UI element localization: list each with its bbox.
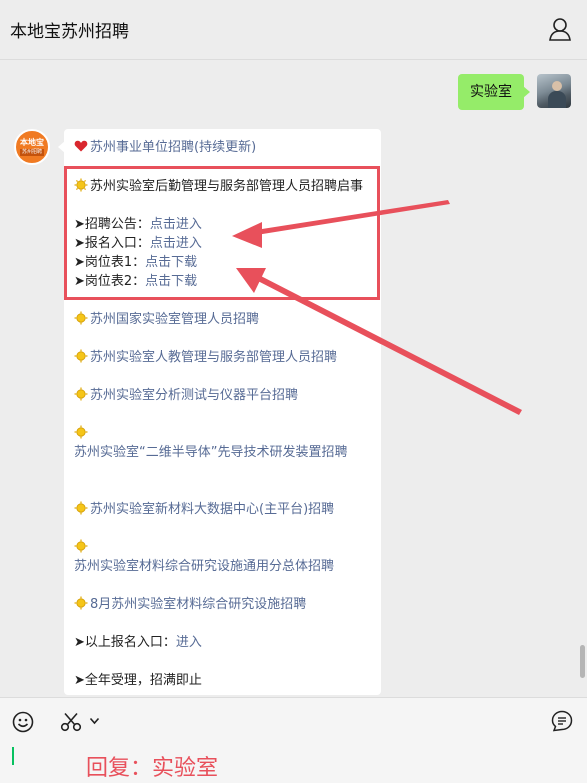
- item-link[interactable]: 点击进入: [150, 217, 202, 232]
- message-heading-link[interactable]: 苏州事业单位招聘(持续更新): [90, 140, 256, 155]
- item-row: ➤报名入口：点击进入: [74, 234, 202, 253]
- user-avatar[interactable]: [537, 74, 571, 108]
- scissors-icon[interactable]: [60, 712, 82, 732]
- recruit-link[interactable]: 苏州实验室分析测试与仪器平台招聘: [90, 388, 298, 403]
- recruit-link[interactable]: 苏州实验室人教管理与服务部管理人员招聘: [90, 350, 337, 365]
- item-row: ➤岗位表2：点击下载: [74, 272, 197, 291]
- message-heading-row[interactable]: 苏州事业单位招聘(持续更新): [74, 138, 256, 157]
- sun-emoji-icon: [74, 178, 88, 192]
- emoji-icon[interactable]: [12, 711, 34, 733]
- item-row: ➤岗位表1：点击下载: [74, 253, 197, 272]
- recruit-link-row[interactable]: 苏州实验室“二维半导体”先导技术研发装置招聘: [74, 443, 374, 462]
- item-prefix: ➤招聘公告：: [74, 217, 150, 232]
- sun-emoji-icon: [74, 501, 88, 515]
- text-cursor[interactable]: [12, 747, 14, 765]
- item-link[interactable]: 点击进入: [150, 236, 202, 251]
- sent-message-bubble[interactable]: 实验室: [458, 74, 530, 110]
- chevron-down-icon[interactable]: [89, 716, 100, 726]
- item-prefix: ➤岗位表1：: [74, 255, 146, 270]
- received-message-bubble: 苏州事业单位招聘(持续更新) 苏州实验室后勤管理与服务部管理人员招聘启事 ➤招聘…: [58, 129, 381, 695]
- avatar-logo-text: 本地宝: [20, 138, 44, 147]
- profile-icon[interactable]: [547, 16, 573, 42]
- item-link[interactable]: 点击下载: [145, 255, 197, 270]
- item-prefix: ➤岗位表2：: [74, 274, 146, 289]
- avatar-logo-sub: 苏州招聘: [19, 149, 44, 156]
- recruit-link-row[interactable]: 苏州实验室新材料大数据中心(主平台)招聘: [74, 500, 334, 519]
- recruit-link[interactable]: 苏州实验室“二维半导体”先导技术研发装置招聘: [74, 445, 347, 460]
- sun-emoji-icon: [74, 425, 88, 439]
- recruit-link-row[interactable]: 苏州实验室人教管理与服务部管理人员招聘: [74, 348, 337, 367]
- chat-title: 本地宝苏州招聘: [10, 22, 129, 42]
- recruit-link-row[interactable]: 苏州实验室分析测试与仪器平台招聘: [74, 386, 298, 405]
- item-prefix: ➤报名入口：: [74, 236, 150, 251]
- highlight-title-text: 苏州实验室后勤管理与服务部管理人员招聘启事: [90, 179, 364, 194]
- voice-icon[interactable]: [551, 710, 573, 732]
- recruit-link-row[interactable]: 苏州实验室材料综合研究设施通用分总体招聘: [74, 557, 334, 576]
- recruit-link[interactable]: 苏州国家实验室管理人员招聘: [90, 312, 259, 327]
- footer-note: ➤全年受理，招满即止: [74, 673, 202, 688]
- sun-emoji-icon: [74, 387, 88, 401]
- highlight-title: 苏州实验室后勤管理与服务部管理人员招聘启事: [74, 177, 374, 196]
- entry-link[interactable]: 进入: [176, 635, 202, 650]
- reply-instruction: 回复：实验室: [86, 756, 219, 781]
- sun-emoji-row: [74, 424, 90, 443]
- bot-avatar[interactable]: 本地宝 苏州招聘: [14, 129, 50, 165]
- scrollbar[interactable]: [580, 645, 585, 678]
- item-row: ➤招聘公告：点击进入: [74, 215, 202, 234]
- recruit-link[interactable]: 苏州实验室材料综合研究设施通用分总体招聘: [74, 559, 334, 574]
- heart-icon: [74, 140, 88, 152]
- recruit-link-row[interactable]: 8月苏州实验室材料综合研究设施招聘: [74, 595, 306, 614]
- recruit-link-row[interactable]: 苏州国家实验室管理人员招聘: [74, 310, 259, 329]
- recruit-link[interactable]: 8月苏州实验室材料综合研究设施招聘: [90, 597, 306, 612]
- sun-emoji-row: [74, 538, 90, 557]
- entry-prefix: ➤以上报名入口：: [74, 635, 176, 650]
- chat-header: 本地宝苏州招聘: [0, 0, 587, 60]
- sun-emoji-icon: [74, 349, 88, 363]
- sun-emoji-icon: [74, 596, 88, 610]
- sun-emoji-icon: [74, 539, 88, 553]
- sun-emoji-icon: [74, 311, 88, 325]
- recruit-link[interactable]: 苏州实验室新材料大数据中心(主平台)招聘: [90, 502, 334, 517]
- item-link[interactable]: 点击下载: [145, 274, 197, 289]
- entry-row: ➤以上报名入口：进入: [74, 633, 202, 652]
